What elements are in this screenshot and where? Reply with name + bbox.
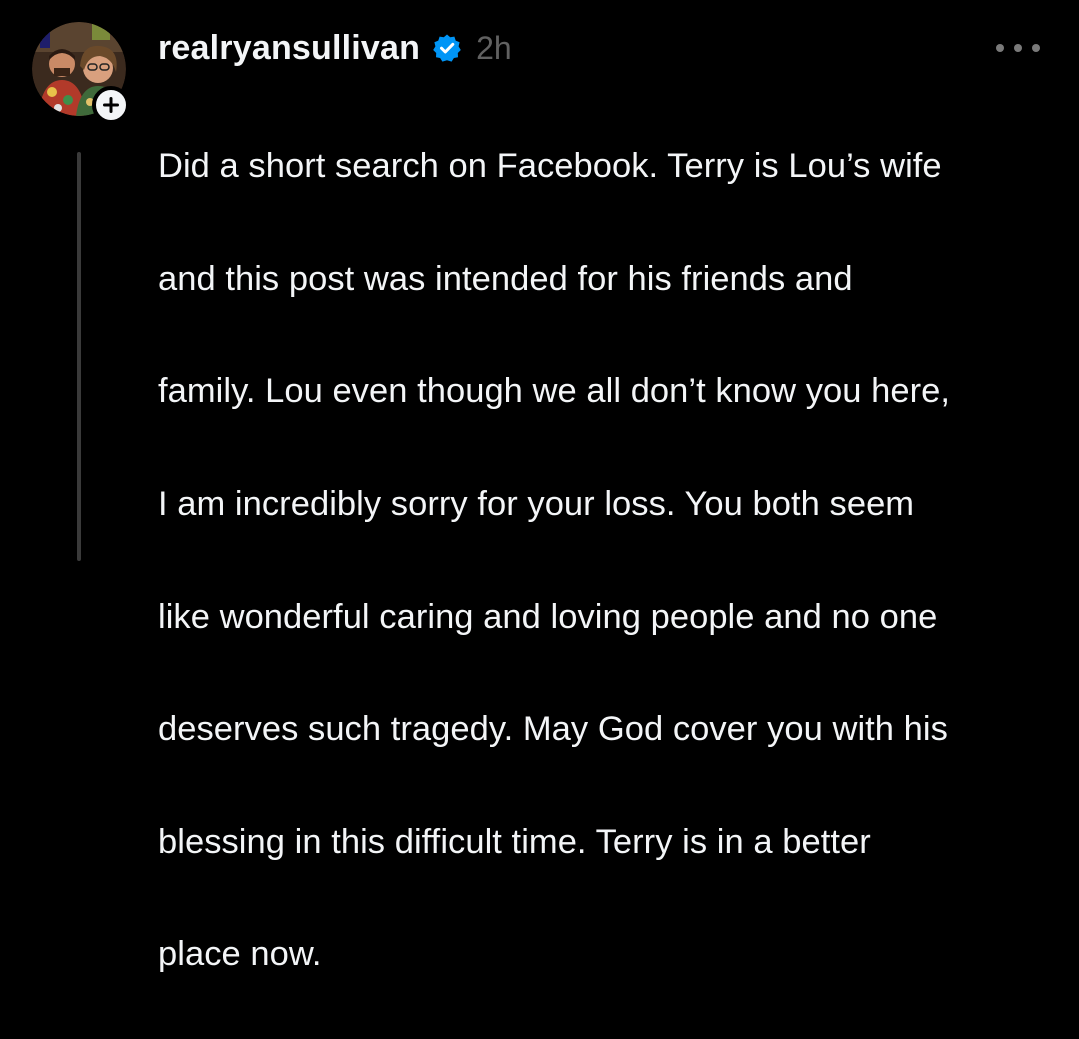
post-timestamp: 2h [476, 29, 512, 66]
post-body-line: family. Lou even though we all don’t kno… [158, 372, 951, 411]
post-body-line: place now. [158, 935, 322, 974]
username[interactable]: realryansullivan [158, 29, 420, 68]
post-body-line: and this post was intended for his frien… [158, 259, 853, 298]
more-dot [996, 44, 1004, 52]
more-dot [1014, 44, 1022, 52]
post-body-line: blessing in this difficult time. Terry i… [158, 822, 871, 861]
verified-badge-icon [433, 34, 461, 62]
post-body-line: deserves such tragedy. May God cover you… [158, 710, 948, 749]
post-body-line: like wonderful caring and loving people … [158, 597, 938, 636]
plus-icon [103, 97, 119, 113]
thread-line [77, 152, 81, 561]
post-header: realryansullivan 2h [158, 24, 512, 72]
post-body-line: I am incredibly sorry for your loss. You… [158, 485, 915, 524]
threads-post: realryansullivan 2h Did a short search o… [0, 0, 1079, 973]
avatar-container[interactable] [32, 22, 130, 124]
more-dot [1032, 44, 1040, 52]
more-options-icon[interactable] [996, 36, 1040, 60]
follow-button[interactable] [92, 86, 130, 124]
post-body-line: Did a short search on Facebook. Terry is… [158, 147, 942, 186]
